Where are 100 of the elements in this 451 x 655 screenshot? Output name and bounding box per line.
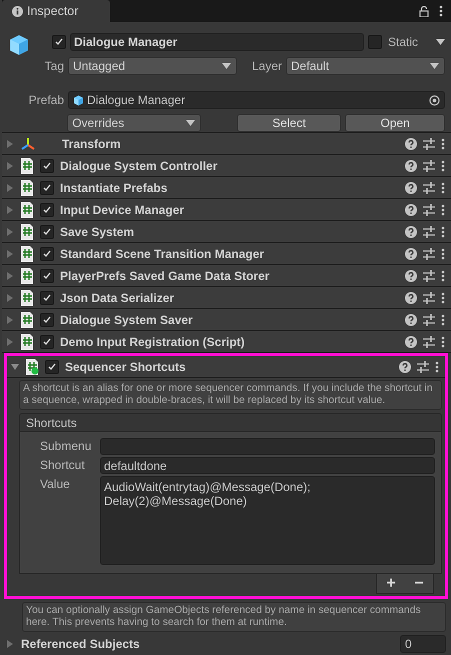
prefab-field[interactable]: Dialogue Manager (68, 91, 445, 110)
field-label: Shortcut (39, 457, 86, 474)
help-icon[interactable] (405, 138, 417, 150)
help-icon[interactable] (405, 204, 417, 216)
sliders-icon[interactable] (423, 138, 435, 150)
kebab-menu-icon[interactable] (441, 226, 445, 238)
component-header[interactable]: Json Data Serializer (2, 287, 451, 309)
sliders-icon[interactable] (423, 204, 435, 216)
lock-icon[interactable] (419, 6, 429, 16)
sliders-icon[interactable] (423, 160, 435, 172)
sliders-icon[interactable] (423, 226, 435, 238)
enable-checkbox[interactable] (40, 202, 54, 216)
sliders-icon[interactable] (423, 336, 435, 348)
remove-button[interactable]: − (412, 576, 426, 592)
help-text: A shortcut is an alias for one or more sequencer commands. If you include the shortcut in a sequence, wrapped in double-braces, it will be replaced by its shortcut value. (19, 380, 442, 410)
enable-checkbox[interactable] (40, 158, 54, 172)
component-title: Dialogue System Controller (60, 158, 218, 172)
component-header[interactable]: Dialogue System Controller (2, 155, 451, 177)
help-icon[interactable] (405, 248, 417, 260)
sliders-icon[interactable] (423, 292, 435, 304)
caret-icon (186, 120, 196, 126)
help-icon[interactable] (405, 292, 417, 304)
prefab-button[interactable]: Select (236, 114, 342, 132)
foldout-label[interactable]: Referenced Subjects (21, 637, 397, 651)
tag-dropdown[interactable]: Untagged (68, 57, 237, 76)
script-icon (20, 312, 34, 328)
overrides-dropdown[interactable]: Overrides (67, 114, 202, 132)
help-icon[interactable] (399, 360, 411, 372)
help-icon[interactable] (405, 270, 417, 282)
sliders-icon[interactable] (417, 360, 429, 372)
enable-checkbox[interactable] (40, 334, 54, 348)
component-title: Instantiate Prefabs (60, 180, 168, 194)
script-gear-icon (25, 358, 39, 374)
layer-dropdown[interactable]: Default (286, 57, 445, 76)
prefab-icon (73, 94, 84, 106)
kebab-menu-icon[interactable] (441, 248, 445, 260)
kebab-menu-icon[interactable] (441, 292, 445, 304)
component-header[interactable]: Instantiate Prefabs (2, 177, 451, 199)
kebab-menu-icon[interactable] (435, 360, 439, 372)
enable-checkbox[interactable] (40, 312, 54, 326)
sliders-icon[interactable] (423, 314, 435, 326)
kebab-menu-icon[interactable] (441, 336, 445, 348)
help-icon[interactable] (405, 182, 417, 194)
component-header[interactable]: Demo Input Registration (Script) (2, 331, 451, 353)
component-header[interactable]: Input Device Manager (2, 199, 451, 221)
field-label: Submenu (39, 438, 92, 455)
name-field[interactable]: Dialogue Manager (70, 32, 364, 50)
checkmark-icon (42, 160, 52, 170)
static-checkbox[interactable] (368, 34, 382, 48)
kebab-menu-icon[interactable] (441, 204, 445, 216)
tag-label: Tag (44, 59, 64, 74)
input-field[interactable]: defaultdone (100, 457, 435, 474)
enable-checkbox[interactable] (40, 268, 54, 282)
component-title: Json Data Serializer (60, 290, 176, 304)
add-button[interactable]: + (384, 576, 398, 592)
input-field[interactable] (100, 438, 435, 455)
script-icon (20, 202, 34, 218)
kebab-menu-icon[interactable] (441, 138, 445, 150)
component-header[interactable]: Sequencer Shortcuts (7, 356, 445, 378)
info-icon (12, 6, 23, 16)
component-title: Dialogue System Saver (60, 312, 194, 326)
kebab-menu-icon[interactable] (441, 182, 445, 194)
enable-checkbox[interactable] (45, 360, 59, 374)
help-icon[interactable] (405, 336, 417, 348)
help-icon[interactable] (405, 226, 417, 238)
component-header[interactable]: Dialogue System Saver (2, 309, 451, 331)
checkmark-icon (47, 362, 57, 372)
sliders-icon[interactable] (423, 270, 435, 282)
help-icon[interactable] (405, 314, 417, 326)
sliders-icon[interactable] (423, 182, 435, 194)
checkmark-icon (42, 270, 52, 280)
component-header[interactable]: PlayerPrefs Saved Game Data Storer (2, 265, 451, 287)
component-title: Transform (62, 136, 122, 150)
kebab-menu-icon[interactable] (439, 5, 443, 17)
enable-checkbox[interactable] (40, 290, 54, 304)
list-header: Shortcuts (19, 413, 442, 432)
sliders-icon[interactable] (423, 248, 435, 260)
checkmark-icon (42, 248, 52, 258)
component-title: Save System (60, 224, 136, 238)
enable-checkbox[interactable] (40, 224, 54, 238)
enable-checkbox[interactable] (40, 246, 54, 260)
component-header[interactable]: Transform (2, 133, 451, 155)
active-checkbox[interactable] (52, 34, 66, 48)
component-header[interactable]: Standard Scene Transition Manager (2, 243, 451, 265)
help-icon[interactable] (405, 160, 417, 172)
prefab-button[interactable]: Open (345, 114, 445, 132)
size-field[interactable]: 0 (400, 635, 446, 653)
enable-checkbox[interactable] (40, 180, 54, 194)
kebab-menu-icon[interactable] (441, 314, 445, 326)
inspector-tab[interactable]: Inspector (2, 0, 110, 22)
static-label: Static (388, 34, 418, 48)
layer-label: Layer (252, 59, 282, 74)
component-header[interactable]: Save System (2, 221, 451, 243)
kebab-menu-icon[interactable] (441, 160, 445, 172)
kebab-menu-icon[interactable] (441, 270, 445, 282)
target-icon[interactable] (429, 94, 440, 106)
foldout-arrow-icon[interactable] (11, 362, 19, 370)
script-icon (20, 334, 34, 350)
text-area[interactable]: AudioWait(entrytag)@Message(Done); Delay(2)@Message(Done) (100, 476, 435, 565)
script-icon (20, 224, 34, 240)
